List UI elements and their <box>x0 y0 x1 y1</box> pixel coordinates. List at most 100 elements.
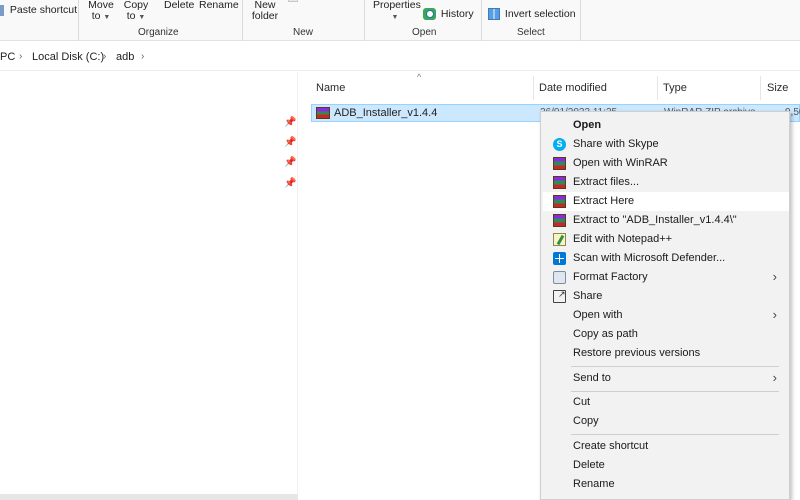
invert-selection-button[interactable]: Invert selection <box>488 8 576 20</box>
context-menu: Open S Share with Skype Open with WinRAR… <box>540 111 790 500</box>
new-folder-label-2: folder <box>251 10 279 22</box>
menu-item-label: Rename <box>573 478 615 490</box>
submenu-arrow-icon: › <box>772 269 777 284</box>
menu-item-copy[interactable]: Copy <box>543 412 789 431</box>
defender-icon <box>553 252 566 265</box>
menu-item-label: Edit with Notepad++ <box>573 233 673 245</box>
skype-icon: S <box>553 138 566 151</box>
chevron-down-icon: ▼ <box>103 14 111 21</box>
breadcrumb-adb[interactable]: adb <box>116 51 134 63</box>
submenu-arrow-icon: › <box>772 370 777 385</box>
menu-item-send-to[interactable]: Send to › <box>543 369 789 388</box>
organize-group-label: Organize <box>138 27 179 38</box>
properties-label: Properties <box>373 0 421 11</box>
menu-item-open-with[interactable]: Open with › <box>543 306 789 325</box>
rename-label: Rename <box>199 0 239 11</box>
chevron-right-icon[interactable]: › <box>19 51 22 62</box>
delete-button[interactable]: Delete <box>164 0 194 11</box>
menu-item-label: Copy as path <box>573 328 638 340</box>
move-to-button[interactable]: Move to ▼ <box>88 0 114 23</box>
copy-to-button[interactable]: Copy to ▼ <box>122 0 150 23</box>
winrar-icon <box>553 214 566 227</box>
sort-ascending-icon: ^ <box>417 72 422 82</box>
properties-button[interactable]: Properties ▼ <box>373 0 421 23</box>
column-header-size[interactable]: Size <box>767 82 788 94</box>
menu-separator <box>571 366 779 367</box>
chevron-right-icon[interactable]: › <box>141 51 144 62</box>
menu-item-label: Delete <box>573 459 605 471</box>
menu-item-open[interactable]: Open <box>543 116 789 135</box>
select-group-label: Select <box>517 27 545 38</box>
ribbon-divider <box>78 0 79 41</box>
chevron-down-icon: ▼ <box>138 14 146 21</box>
column-header-name[interactable]: Name <box>316 82 345 94</box>
menu-item-delete[interactable]: Delete <box>543 456 789 475</box>
pin-icon[interactable]: 📌 <box>284 157 296 168</box>
menu-item-copy-as-path[interactable]: Copy as path <box>543 325 789 344</box>
paste-shortcut-icon <box>0 5 4 16</box>
column-divider[interactable] <box>657 76 658 100</box>
winrar-archive-icon <box>316 107 330 119</box>
ribbon-divider <box>242 0 243 41</box>
notepad-plus-icon <box>553 233 566 246</box>
address-bar[interactable]: PC › Local Disk (C:) › adb › <box>0 45 800 71</box>
menu-item-cut[interactable]: Cut <box>543 393 789 412</box>
paste-shortcut-label: Paste shortcut <box>9 4 78 17</box>
menu-item-label: Send to <box>573 372 611 384</box>
menu-item-label: Format Factory <box>573 271 648 283</box>
winrar-icon <box>553 176 566 189</box>
breadcrumb-pc[interactable]: PC <box>0 51 15 63</box>
invert-selection-label: Invert selection <box>504 7 576 20</box>
history-button[interactable]: History <box>423 8 474 20</box>
pin-icon[interactable]: 📌 <box>284 117 296 128</box>
column-header-type[interactable]: Type <box>663 82 687 94</box>
chevron-down-icon: ▼ <box>391 14 399 21</box>
ribbon-divider <box>481 0 482 41</box>
new-item-icon[interactable] <box>288 0 298 2</box>
navigation-pane[interactable]: 📌 📌 📌 📌 <box>0 72 298 500</box>
rename-button[interactable]: Rename <box>199 0 239 11</box>
menu-item-extract-here[interactable]: Extract Here <box>543 192 789 211</box>
menu-item-restore-previous-versions[interactable]: Restore previous versions <box>543 344 789 363</box>
pin-icon[interactable]: 📌 <box>284 137 296 148</box>
submenu-arrow-icon: › <box>772 307 777 322</box>
column-header-date-modified[interactable]: Date modified <box>539 82 607 94</box>
menu-item-label: Copy <box>573 415 599 427</box>
open-group-label: Open <box>412 27 437 38</box>
menu-item-format-factory[interactable]: Format Factory › <box>543 268 789 287</box>
column-divider[interactable] <box>760 76 761 100</box>
breadcrumb-local-disk[interactable]: Local Disk (C:) <box>32 51 104 63</box>
share-icon: ↗ <box>553 289 566 303</box>
chevron-right-icon[interactable]: › <box>103 51 106 62</box>
paste-shortcut-button[interactable]: Paste shortcut <box>0 5 77 16</box>
menu-item-label: Share <box>573 290 603 302</box>
invert-selection-icon <box>488 8 500 20</box>
menu-item-open-with-winrar[interactable]: Open with WinRAR <box>543 154 789 173</box>
pin-icon[interactable]: 📌 <box>284 178 296 189</box>
menu-item-label: Share with Skype <box>573 138 659 150</box>
menu-item-label: Create shortcut <box>573 440 649 452</box>
menu-item-label: Open with WinRAR <box>573 157 668 169</box>
menu-item-create-shortcut[interactable]: Create shortcut <box>543 437 789 456</box>
new-folder-button[interactable]: New folder <box>251 0 279 22</box>
menu-item-extract-to-folder[interactable]: Extract to "ADB_Installer_v1.4.4\" <box>543 211 789 230</box>
new-group-label: New <box>293 27 314 38</box>
menu-item-label: Scan with Microsoft Defender... <box>573 252 726 264</box>
ribbon: Paste shortcut Move to ▼ Copy to ▼ Delet… <box>0 0 800 41</box>
menu-item-label: Restore previous versions <box>573 347 701 359</box>
menu-item-extract-files[interactable]: Extract files... <box>543 173 789 192</box>
menu-separator <box>571 434 779 435</box>
menu-item-share-with-skype[interactable]: S Share with Skype <box>543 135 789 154</box>
menu-item-label: Open with <box>573 309 623 321</box>
menu-item-scan-with-defender[interactable]: Scan with Microsoft Defender... <box>543 249 789 268</box>
menu-item-label: Extract files... <box>573 176 640 188</box>
menu-item-share[interactable]: ↗ Share <box>543 287 789 306</box>
delete-label: Delete <box>164 0 195 11</box>
column-divider[interactable] <box>533 76 534 100</box>
menu-item-edit-with-notepad-plus[interactable]: Edit with Notepad++ <box>543 230 789 249</box>
winrar-icon <box>553 195 566 208</box>
horizontal-scrollbar[interactable] <box>0 494 298 500</box>
menu-item-rename[interactable]: Rename <box>543 475 789 494</box>
winrar-icon <box>553 157 566 170</box>
ribbon-divider <box>364 0 365 41</box>
